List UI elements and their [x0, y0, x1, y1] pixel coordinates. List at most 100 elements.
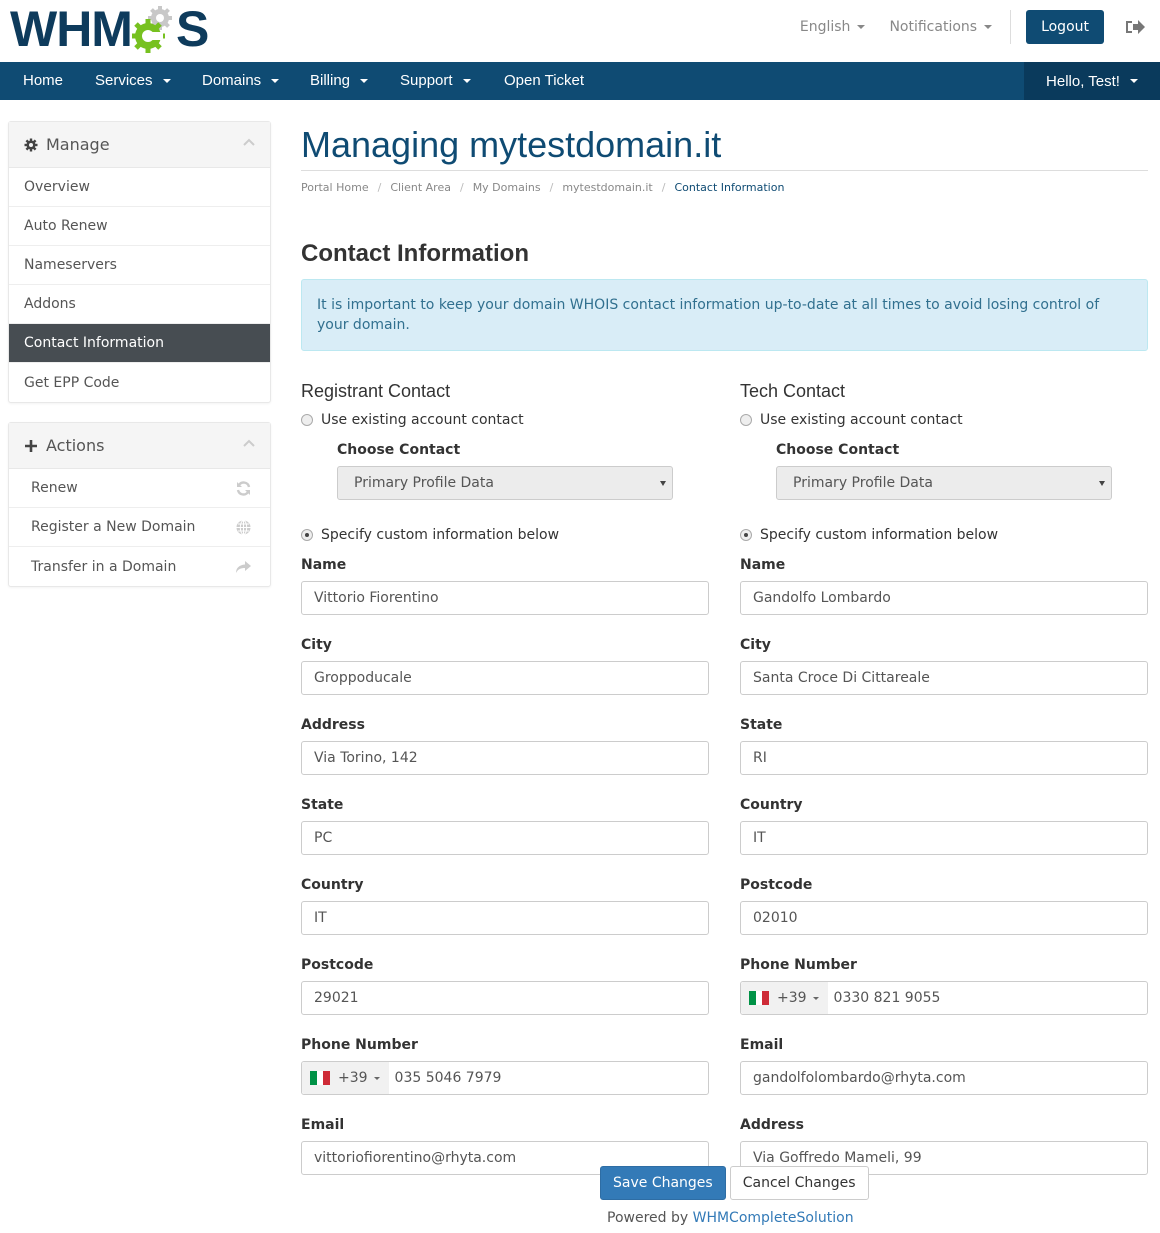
radio-button[interactable]	[301, 414, 313, 426]
nav-support[interactable]: Support	[400, 62, 471, 100]
tech-country-input[interactable]: IT	[740, 821, 1148, 855]
breadcrumb-client-area[interactable]: Client Area	[390, 181, 451, 194]
field-label: Country	[740, 797, 803, 813]
logout-button[interactable]: Logout	[1026, 10, 1104, 44]
field-label: Postcode	[740, 877, 813, 893]
breadcrumb-separator: /	[549, 181, 554, 194]
language-dropdown[interactable]: English	[800, 19, 866, 35]
registrant-contact-section: Registrant Contact Use existing account …	[301, 378, 709, 1175]
actions-panel-header[interactable]: Actions	[9, 423, 270, 469]
breadcrumb-portal-home[interactable]: Portal Home	[301, 181, 369, 194]
main-content: Managing mytestdomain.it Portal Home / Cl…	[301, 120, 1148, 1226]
nav-open-ticket[interactable]: Open Ticket	[504, 62, 584, 100]
registrant-contact-select[interactable]: Primary Profile Data	[337, 466, 673, 500]
sidebar-item-get-epp-code[interactable]: Get EPP Code	[9, 363, 270, 402]
registrant-country-input[interactable]: IT	[301, 901, 709, 935]
registrant-city-input[interactable]: Groppoducale	[301, 661, 709, 695]
registrant-state-input[interactable]: PC	[301, 821, 709, 855]
registrant-custom-radio[interactable]: Specify custom information below	[301, 525, 709, 545]
notifications-dropdown[interactable]: Notifications	[889, 19, 993, 35]
sidebar-item-label: Get EPP Code	[24, 374, 120, 391]
user-greeting: Hello, Test!	[1046, 72, 1120, 90]
registrant-postcode-field: Postcode 29021	[301, 955, 709, 1015]
user-menu[interactable]: Hello, Test!	[1024, 62, 1160, 100]
whmcs-logo[interactable]: WHM S	[10, 4, 209, 54]
field-label: City	[740, 637, 771, 653]
sidebar-item-auto-renew[interactable]: Auto Renew	[9, 207, 270, 246]
sidebar-item-label: Addons	[24, 296, 76, 312]
sidebar-item-overview[interactable]: Overview	[9, 168, 270, 207]
sidebar-item-register-domain[interactable]: Register a New Domain	[9, 508, 270, 547]
cancel-changes-button[interactable]: Cancel Changes	[729, 1166, 869, 1200]
choose-contact-label: Choose Contact	[337, 442, 461, 458]
section-title: Contact Information	[301, 240, 529, 267]
country-code-dropdown[interactable]: +39	[302, 1062, 389, 1094]
tech-city-input[interactable]: Santa Croce Di Cittareale	[740, 661, 1148, 695]
registrant-postcode-input[interactable]: 29021	[301, 981, 709, 1015]
sidebar-item-transfer-domain[interactable]: Transfer in a Domain	[9, 547, 270, 586]
save-changes-button[interactable]: Save Changes	[600, 1166, 726, 1200]
refresh-icon	[236, 481, 251, 496]
field-label: Address	[740, 1117, 804, 1133]
registrant-phone-input[interactable]: +39 035 5046 7979	[301, 1061, 709, 1095]
nav-label: Billing	[310, 72, 351, 89]
tech-use-existing-radio[interactable]: Use existing account contact	[740, 410, 1148, 430]
country-code-dropdown[interactable]: +39	[741, 982, 828, 1014]
sidebar-item-addons[interactable]: Addons	[9, 285, 270, 324]
caret-down-icon	[271, 79, 280, 83]
title-divider	[301, 170, 1148, 171]
caret-down-icon	[984, 25, 993, 29]
breadcrumb-my-domains[interactable]: My Domains	[473, 181, 541, 194]
tech-postcode-input[interactable]: 02010	[740, 901, 1148, 935]
actions-panel-title: Actions	[46, 436, 105, 455]
sidebar-item-contact-information[interactable]: Contact Information	[9, 324, 270, 363]
manage-panel: Manage Overview Auto Renew Nameservers A…	[8, 121, 271, 403]
tech-custom-radio[interactable]: Specify custom information below	[740, 525, 1148, 545]
field-label: Country	[301, 877, 364, 893]
registrant-state-field: State PC	[301, 795, 709, 855]
tech-email-input[interactable]: gandolfolombardo@rhyta.com	[740, 1061, 1148, 1095]
powered-by-link[interactable]: WHMCompleteSolution	[693, 1210, 854, 1226]
sidebar-item-renew[interactable]: Renew	[9, 469, 270, 508]
nav-domains[interactable]: Domains	[202, 62, 280, 100]
top-header: WHM S English Notifications Logout	[0, 0, 1160, 62]
radio-label: Specify custom information below	[321, 527, 560, 543]
registrant-address-input[interactable]: Via Torino, 142	[301, 741, 709, 775]
chevron-up-icon[interactable]	[243, 138, 255, 146]
registrant-use-existing-radio[interactable]: Use existing account contact	[301, 410, 709, 430]
registrant-name-input[interactable]: Vittorio Fiorentino	[301, 581, 709, 615]
nav-label: Open Ticket	[504, 72, 585, 89]
sidebar-item-nameservers[interactable]: Nameservers	[9, 246, 270, 285]
tech-contact-select[interactable]: Primary Profile Data	[776, 466, 1112, 500]
caret-down-icon	[857, 25, 866, 29]
italy-flag-icon	[749, 991, 770, 1005]
caret-down-icon	[162, 79, 171, 83]
field-label: Address	[301, 717, 365, 733]
main-navbar: Home Services Domains Billing Support Op…	[0, 62, 1160, 100]
powered-by: Powered by WHMCompleteSolution	[607, 1210, 854, 1226]
tech-state-input[interactable]: RI	[740, 741, 1148, 775]
caret-down-icon	[360, 79, 369, 83]
sidebar-item-label: Nameservers	[24, 257, 117, 273]
breadcrumb-domain[interactable]: mytestdomain.it	[562, 181, 652, 194]
radio-button[interactable]	[301, 529, 313, 541]
registrant-contact-title: Registrant Contact	[301, 381, 451, 401]
field-label: Phone Number	[301, 1037, 418, 1053]
sign-out-icon[interactable]	[1124, 18, 1146, 36]
radio-button[interactable]	[740, 414, 752, 426]
dropdown-arrow-icon	[1099, 481, 1105, 486]
chevron-up-icon[interactable]	[243, 439, 255, 447]
nav-home[interactable]: Home	[23, 62, 63, 100]
page-title: Managing mytestdomain.it	[301, 124, 722, 165]
radio-button[interactable]	[740, 529, 752, 541]
globe-icon	[236, 520, 251, 535]
tech-name-input[interactable]: Gandolfo Lombardo	[740, 581, 1148, 615]
nav-services[interactable]: Services	[95, 62, 171, 100]
nav-label: Services	[95, 72, 153, 89]
breadcrumb: Portal Home / Client Area / My Domains / my…	[301, 181, 1148, 194]
tech-phone-input[interactable]: +39 0330 821 9055	[740, 981, 1148, 1015]
manage-panel-header[interactable]: Manage	[9, 122, 270, 168]
tech-city-field: City Santa Croce Di Cittareale	[740, 635, 1148, 695]
nav-billing[interactable]: Billing	[310, 62, 369, 100]
italy-flag-icon	[310, 1071, 331, 1085]
